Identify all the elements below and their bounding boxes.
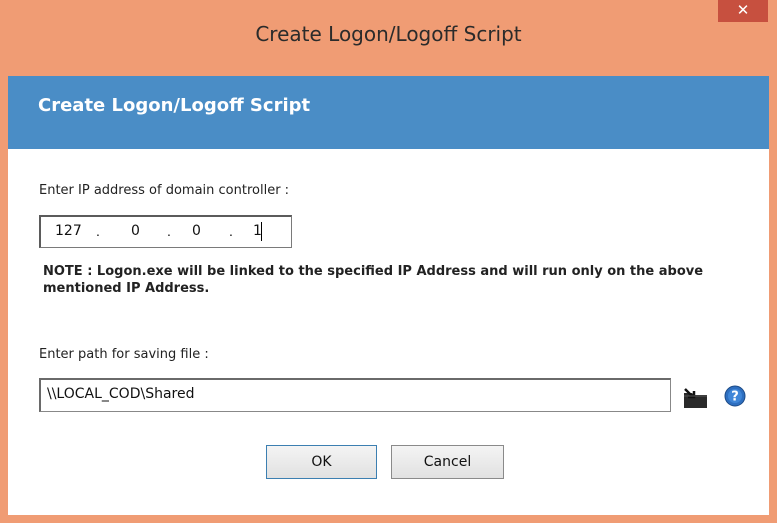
close-button[interactable]: ✕ xyxy=(718,0,768,22)
path-label: Enter path for saving file : xyxy=(39,347,209,362)
dialog-window: Create Logon/Logoff Script ✕ Create Logo… xyxy=(0,0,777,523)
header-banner: Create Logon/Logoff Script xyxy=(8,76,769,149)
help-icon[interactable]: ? xyxy=(724,385,746,407)
ip-octet-1[interactable]: 127 xyxy=(55,223,82,239)
ip-octet-2[interactable]: 0 xyxy=(131,223,140,239)
cancel-button[interactable]: Cancel xyxy=(391,445,504,479)
ok-button[interactable]: OK xyxy=(266,445,377,479)
dialog-content: Create Logon/Logoff Script Enter IP addr… xyxy=(8,76,769,515)
ip-separator: . xyxy=(96,223,100,239)
window-title: Create Logon/Logoff Script xyxy=(255,22,522,46)
title-bar: Create Logon/Logoff Script ✕ xyxy=(0,0,777,76)
text-caret xyxy=(261,222,262,241)
close-icon: ✕ xyxy=(736,2,750,19)
ip-address-input[interactable]: 127 . 0 . 0 . 1 xyxy=(39,215,292,248)
banner-title: Create Logon/Logoff Script xyxy=(38,95,311,116)
note-text: NOTE : Logon.exe will be linked to the s… xyxy=(43,264,704,296)
ip-octet-3[interactable]: 0 xyxy=(192,223,201,239)
svg-text:?: ? xyxy=(731,390,739,405)
ip-label: Enter IP address of domain controller : xyxy=(39,183,290,198)
save-path-input[interactable]: \\LOCAL_COD\Shared xyxy=(39,378,671,412)
folder-browse-icon[interactable] xyxy=(683,387,709,409)
ip-separator: . xyxy=(167,223,171,239)
ip-separator: . xyxy=(229,223,233,239)
